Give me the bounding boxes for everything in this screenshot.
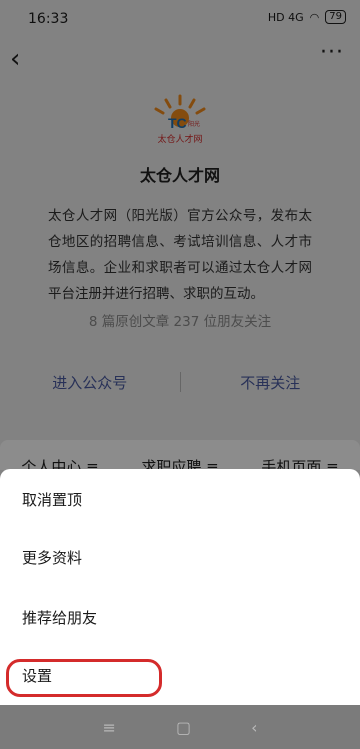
unpin-option[interactable]: 取消置顶 (0, 471, 360, 529)
recommend-to-friend-option[interactable]: 推荐给朋友 (0, 589, 360, 647)
home-icon[interactable]: ▢ (176, 718, 191, 737)
back-triangle-icon[interactable]: ‹ (251, 718, 257, 737)
more-info-option[interactable]: 更多资料 (0, 529, 360, 587)
menu-icon[interactable]: ≡ (103, 718, 116, 737)
highlight-annotation (6, 659, 162, 697)
system-nav-bar: ≡ ▢ ‹ (0, 705, 360, 749)
